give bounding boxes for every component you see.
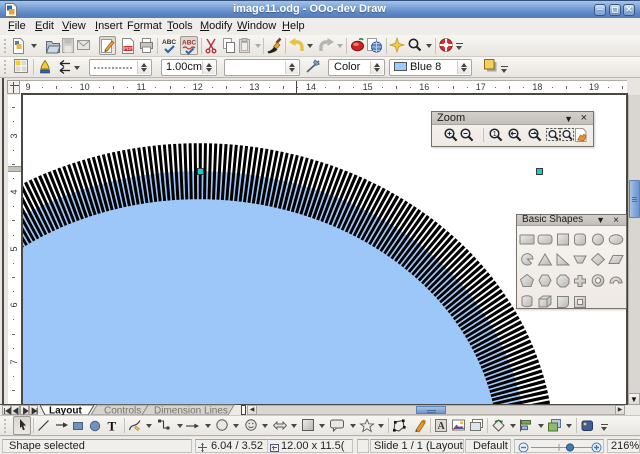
svg-text:ABC: ABC <box>162 39 176 46</box>
svg-text:1: 1 <box>493 131 497 138</box>
svg-text:T: T <box>108 419 117 434</box>
svg-text:ABC: ABC <box>182 40 196 47</box>
svg-text:A: A <box>438 421 446 432</box>
svg-text:PDF: PDF <box>124 46 133 51</box>
